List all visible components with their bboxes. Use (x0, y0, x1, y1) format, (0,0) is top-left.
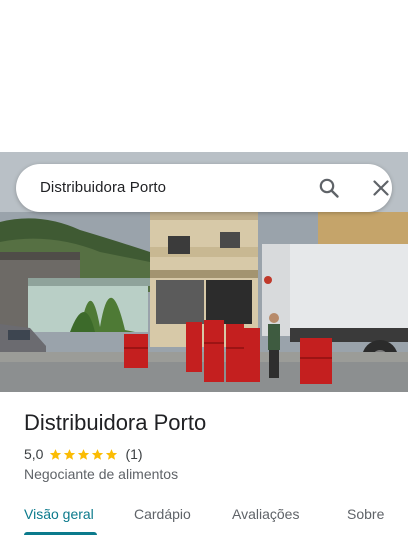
star-icon (78, 448, 90, 460)
place-title: Distribuidora Porto (24, 410, 207, 435)
search-icon[interactable] (317, 176, 341, 200)
star-icon (92, 448, 104, 460)
place-tabs: Visão geral Cardápio Avaliações Sobre (0, 498, 408, 544)
star-icon (64, 448, 76, 460)
tab-menu[interactable]: Cardápio (134, 506, 191, 522)
search-input[interactable]: Distribuidora Porto (40, 179, 166, 196)
place-category: Negociante de alimentos (24, 466, 179, 482)
tab-about[interactable]: Sobre (347, 506, 384, 522)
tab-overview[interactable]: Visão geral (24, 506, 94, 522)
star-rating (49, 448, 119, 461)
rating-value: 5,0 (24, 446, 44, 462)
tab-reviews[interactable]: Avaliações (232, 506, 299, 522)
rating-row[interactable]: 5,0 (1) (24, 445, 143, 463)
star-icon (50, 448, 62, 460)
active-tab-indicator (24, 532, 97, 535)
review-count[interactable]: (1) (125, 446, 142, 462)
close-icon[interactable] (369, 176, 393, 200)
star-icon (106, 448, 118, 460)
search-bar[interactable]: Distribuidora Porto (16, 164, 392, 212)
